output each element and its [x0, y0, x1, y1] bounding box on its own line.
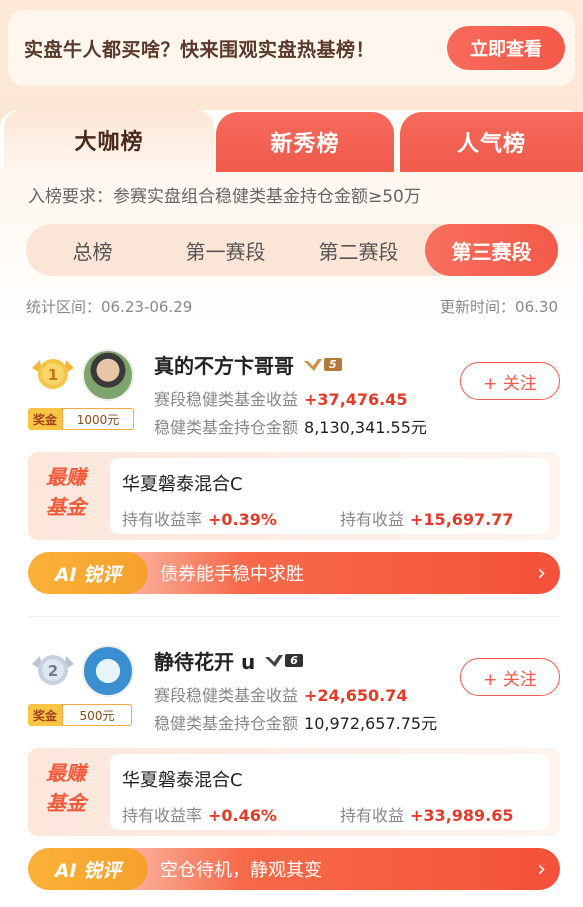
follow-button[interactable]: + 关注 — [460, 362, 560, 400]
period-selector: 总榜 第一赛段 第二赛段 第三赛段 — [26, 224, 558, 276]
banner-text: 实盘牛人都买啥？快来围观实盘热基榜！ — [24, 38, 376, 61]
holding-amount-value: 8,130,341.55元 — [304, 418, 427, 437]
holding-amount-label: 稳健类基金持仓金额 — [154, 418, 299, 437]
prize-tag: 奖金 — [28, 704, 63, 726]
best-fund-label-line2: 基金 — [46, 495, 86, 519]
ai-review-text: 空仓待机，静观其变 — [160, 860, 322, 881]
holding-rate-label: 持有收益率 — [122, 806, 203, 825]
prize-amount: 500元 — [62, 704, 132, 726]
entry-requirement: 入榜要求：参赛实盘组合稳健类基金持仓金额≥50万 — [28, 187, 421, 207]
best-fund-box[interactable]: 最赚 基金 华夏磐泰混合C 持有收益率 +0.39% 持有收益 +15,697.77 — [28, 452, 560, 540]
prize-tag: 奖金 — [28, 408, 63, 430]
stage-income: 赛段稳健类基金收益 +37,476.45 — [154, 386, 408, 410]
user-name[interactable]: 真的不方卞哥哥 5 — [154, 350, 342, 379]
avatar[interactable] — [82, 349, 134, 401]
period-stage-1[interactable]: 第一赛段 — [159, 224, 292, 276]
holding-gain-value: +15,697.77 — [410, 510, 514, 529]
best-fund-label-line1: 最赚 — [46, 761, 86, 785]
best-fund-label: 最赚 基金 — [36, 758, 96, 818]
prize-badge: 奖金 1000元 — [28, 408, 134, 430]
ai-review-tag: AI 锐评 — [28, 848, 148, 890]
avatar[interactable] — [82, 645, 134, 697]
prize-amount: 1000元 — [62, 408, 134, 430]
ai-review-tag: AI 锐评 — [28, 552, 148, 594]
holding-gain: 持有收益 +15,697.77 — [340, 506, 514, 530]
period-stage-3[interactable]: 第三赛段 — [425, 224, 558, 276]
user-name-text: 静待花开 u — [154, 650, 256, 674]
holding-rate-value: +0.46% — [208, 806, 277, 825]
level-badge: 5 — [302, 357, 342, 373]
holding-amount-label: 稳健类基金持仓金额 — [154, 714, 299, 733]
gold-medal-icon: 1 — [32, 359, 74, 389]
stage-income-value: +24,650.74 — [304, 686, 408, 705]
view-now-button[interactable]: 立即查看 — [447, 26, 565, 70]
holding-gain-label: 持有收益 — [340, 510, 405, 529]
level-number: 6 — [285, 654, 303, 667]
rank-number: 1 — [48, 366, 58, 384]
stat-row: 统计区间：06.23-06.29 更新时间：06.30 — [26, 296, 558, 317]
fund-info: 华夏磐泰混合C 持有收益率 +0.46% 持有收益 +33,989.65 — [110, 754, 550, 830]
divider — [28, 616, 560, 617]
level-number: 5 — [324, 358, 342, 371]
stage-income-label: 赛段稳健类基金收益 — [154, 686, 299, 705]
fund-info: 华夏磐泰混合C 持有收益率 +0.39% 持有收益 +15,697.77 — [110, 458, 550, 534]
ai-review-bar[interactable]: AI 锐评 债券能手稳中求胜 › — [28, 552, 560, 594]
level-badge: 6 — [263, 653, 303, 669]
rank-number: 2 — [48, 662, 58, 680]
best-fund-box[interactable]: 最赚 基金 华夏磐泰混合C 持有收益率 +0.46% 持有收益 +33,989.65 — [28, 748, 560, 836]
follow-button[interactable]: + 关注 — [460, 658, 560, 696]
holding-rate-value: +0.39% — [208, 510, 277, 529]
update-time: 更新时间：06.30 — [440, 298, 558, 316]
holding-amount-value: 10,972,657.75元 — [304, 714, 438, 733]
period-total[interactable]: 总榜 — [26, 224, 159, 276]
holding-rate: 持有收益率 +0.39% — [122, 506, 277, 530]
fund-name: 华夏磐泰混合C — [122, 770, 243, 791]
holding-amount: 稳健类基金持仓金额 8,130,341.55元 — [154, 414, 427, 438]
fund-name: 华夏磐泰混合C — [122, 474, 243, 495]
user-name-text: 真的不方卞哥哥 — [154, 354, 294, 378]
stage-income-label: 赛段稳健类基金收益 — [154, 390, 299, 409]
ai-review-text: 债券能手稳中求胜 — [160, 564, 304, 585]
holding-gain-label: 持有收益 — [340, 806, 405, 825]
best-fund-label: 最赚 基金 — [36, 462, 96, 522]
tab-xinxiubang[interactable]: 新秀榜 — [216, 112, 394, 172]
stat-range: 统计区间：06.23-06.29 — [26, 298, 193, 316]
tab-renqibang[interactable]: 人气榜 — [400, 112, 583, 172]
stage-income: 赛段稳健类基金收益 +24,650.74 — [154, 682, 408, 706]
best-fund-label-line2: 基金 — [46, 791, 86, 815]
top-banner: 实盘牛人都买啥？快来围观实盘热基榜！ 立即查看 — [8, 10, 575, 86]
chevron-right-icon: › — [537, 856, 546, 882]
prize-badge: 奖金 500元 — [28, 704, 132, 726]
holding-rate: 持有收益率 +0.46% — [122, 802, 277, 826]
holding-gain: 持有收益 +33,989.65 — [340, 802, 514, 826]
tab-dakabang[interactable]: 大咖榜 — [4, 110, 214, 170]
holding-amount: 稳健类基金持仓金额 10,972,657.75元 — [154, 710, 437, 734]
best-fund-label-line1: 最赚 — [46, 465, 86, 489]
stage-income-value: +37,476.45 — [304, 390, 408, 409]
holding-gain-value: +33,989.65 — [410, 806, 514, 825]
chevron-right-icon: › — [537, 560, 546, 586]
silver-medal-icon: 2 — [32, 655, 74, 685]
ranking-tabs: 大咖榜 新秀榜 人气榜 — [0, 110, 583, 172]
user-name[interactable]: 静待花开 u 6 — [154, 646, 303, 675]
holding-rate-label: 持有收益率 — [122, 510, 203, 529]
ai-review-bar[interactable]: AI 锐评 空仓待机，静观其变 › — [28, 848, 560, 890]
period-stage-2[interactable]: 第二赛段 — [292, 224, 425, 276]
